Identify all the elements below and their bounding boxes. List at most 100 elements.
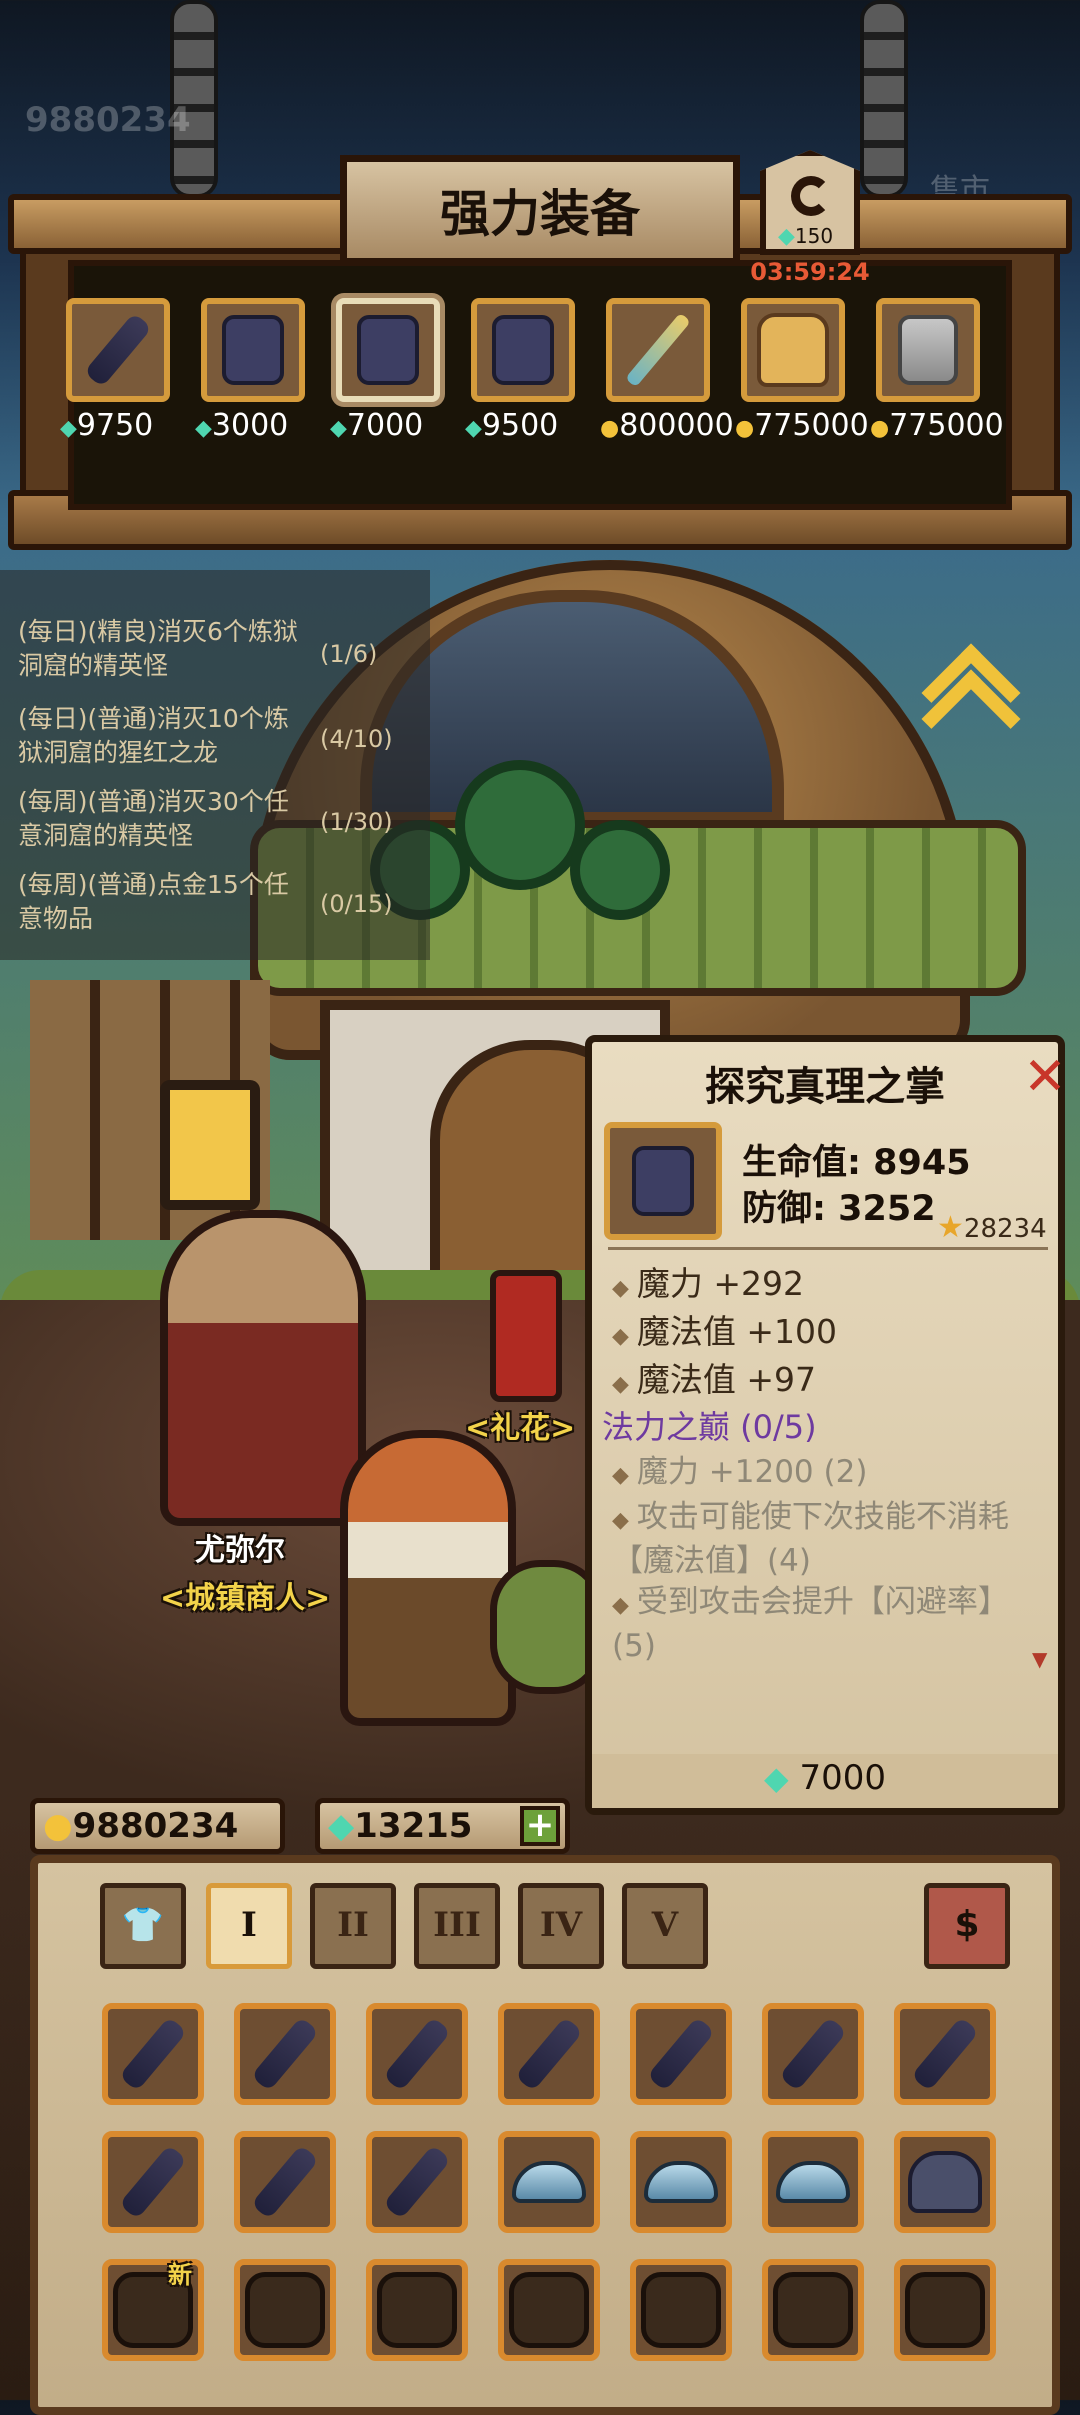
star-icon: ★ — [937, 1210, 964, 1245]
claw-icon — [118, 2016, 188, 2092]
inventory-slot[interactable]: 新 — [102, 2259, 204, 2361]
shop-item-claw-weapon[interactable] — [66, 298, 170, 402]
inventory-slot[interactable] — [366, 2259, 468, 2361]
tab-equipped[interactable]: 👕 — [100, 1883, 186, 1969]
shop-item-gauntlet-blue[interactable] — [201, 298, 305, 402]
claw-icon — [514, 2016, 584, 2092]
gem-icon: ◆ — [330, 416, 347, 441]
claw-icon — [778, 2016, 848, 2092]
refresh-button[interactable]: ◆150 — [760, 150, 860, 255]
helm-icon — [908, 2151, 982, 2213]
gold-icon: ● — [735, 416, 755, 441]
inventory-slot[interactable] — [102, 2003, 204, 2105]
diamond-bullet-icon: ◆ — [612, 1372, 629, 1397]
inventory-slot[interactable] — [630, 2131, 732, 2233]
inventory-slot[interactable] — [234, 2003, 336, 2105]
quest-tracker[interactable]: (每日)(精良)消灭6个炼狱洞窟的精英怪 (1/6) (每日)(普通)消灭10个… — [0, 570, 430, 960]
gem-value: 13215 — [354, 1806, 473, 1846]
inventory-slot[interactable] — [234, 2131, 336, 2233]
sell-button[interactable]: $ — [924, 1883, 1010, 1969]
inventory-slot[interactable] — [894, 2259, 996, 2361]
diamond-bullet-icon: ◆ — [612, 1508, 629, 1533]
attribute-text: 魔法值 +97 — [636, 1360, 817, 1399]
chest-icon — [245, 2272, 325, 2348]
inventory-slot[interactable] — [498, 2003, 600, 2105]
diamond-bullet-icon: ◆ — [612, 1593, 629, 1618]
chest-icon — [905, 2272, 985, 2348]
gold-icon: ● — [43, 1806, 73, 1846]
quest-text: (每周)(普通)点金15个任意物品 — [18, 870, 289, 933]
dagger-icon — [624, 312, 692, 388]
gauntlet-icon — [492, 315, 554, 385]
inventory-slot[interactable] — [102, 2131, 204, 2233]
attribute-line: ◆ 魔法值 +97 — [612, 1353, 816, 1401]
inventory-slot[interactable] — [762, 2259, 864, 2361]
shop-item-armor[interactable] — [741, 298, 845, 402]
price-value: 9500 — [481, 408, 559, 443]
attribute-line: ◆ 魔力 +292 — [612, 1257, 804, 1305]
shop-item-row: ◆9750 ◆3000 ◆7000 ◆9500 ●800000 ●775000 ●77500… — [60, 260, 1012, 510]
expand-up-button[interactable] — [916, 640, 1026, 769]
npc-title: <城镇商人> — [160, 1581, 331, 1616]
inventory-slot[interactable] — [762, 2131, 864, 2233]
sell-icon: $ — [954, 1904, 980, 1945]
shirt-icon: 👕 — [121, 1905, 165, 1945]
close-icon[interactable]: ✕ — [1022, 1051, 1068, 1103]
claw-icon — [646, 2016, 716, 2092]
inventory-slot[interactable] — [630, 2259, 732, 2361]
price-value: 775000 — [754, 408, 869, 443]
tab-page-5[interactable]: V — [622, 1883, 708, 1969]
price-value: 7000 — [346, 408, 424, 443]
gold-value: 9880234 — [72, 1806, 239, 1846]
price-value: 800000 — [619, 408, 734, 443]
hp-stat: 生命值: 8945 — [742, 1143, 971, 1183]
tab-page-3[interactable]: III — [414, 1883, 500, 1969]
gauntlet-icon — [632, 1146, 694, 1216]
gold-counter: ●9880234 — [30, 1798, 285, 1854]
inventory-slot[interactable] — [234, 2259, 336, 2361]
attribute-text: 魔力 +292 — [636, 1264, 805, 1303]
gem-icon: ◆ — [778, 224, 795, 249]
set-bonus-line: ◆ 魔力 +1200 (2) — [612, 1452, 1042, 1496]
scroll-down-icon[interactable]: ▼ — [1032, 1647, 1047, 1671]
defense-stat: 防御: 3252 — [742, 1189, 936, 1229]
inventory-slot[interactable] — [366, 2003, 468, 2105]
set-bonus-text: 受到攻击会提升【闪避率】(5) — [612, 1584, 1009, 1664]
diamond-bullet-icon: ◆ — [612, 1463, 629, 1488]
inventory-slot[interactable] — [498, 2131, 600, 2233]
set-bonus-title: 法力之巅 (0/5) — [602, 1408, 817, 1446]
inventory-slot[interactable] — [498, 2259, 600, 2361]
item-detail-panel: 探究真理之掌 ✕ 生命值: 8945 防御: 3252 ★28234 ◆ 魔力 +… — [585, 1035, 1068, 1815]
gem-icon: ◆ — [328, 1806, 355, 1846]
price-value: 775000 — [889, 408, 1004, 443]
claw-icon — [250, 2144, 320, 2220]
buy-price[interactable]: ◆ 7000 — [592, 1758, 1058, 1798]
attribute-text: 魔法值 +100 — [636, 1312, 838, 1351]
inventory-slot[interactable] — [366, 2131, 468, 2233]
item-score: ★28234 — [937, 1210, 1047, 1245]
merchant-npc[interactable] — [160, 1210, 366, 1526]
inventory-slot[interactable] — [894, 2003, 996, 2105]
quest-progress: (4/10) — [320, 725, 393, 753]
set-bonus-text: 魔力 +1200 (2) — [636, 1454, 868, 1490]
shop-item-dagger[interactable] — [606, 298, 710, 402]
gold-icon: ● — [600, 416, 620, 441]
inventory-slot[interactable] — [630, 2003, 732, 2105]
tab-page-4[interactable]: IV — [518, 1883, 604, 1969]
inventory-slot[interactable] — [762, 2003, 864, 2105]
shop-item-gauntlet-dark[interactable] — [336, 298, 440, 402]
add-gems-button[interactable]: + — [520, 1806, 560, 1846]
chest-icon — [509, 2272, 589, 2348]
inventory-slot[interactable] — [894, 2131, 996, 2233]
tab-page-1[interactable]: I — [206, 1883, 292, 1969]
firework-item[interactable] — [490, 1270, 562, 1402]
shop-item-gauntlet-red[interactable] — [471, 298, 575, 402]
inventory-panel: 👕 I II III IV V $ 新 — [30, 1855, 1060, 2415]
refresh-icon — [791, 176, 831, 216]
wing-icon — [776, 2161, 850, 2203]
shop-item-steel-glove[interactable] — [876, 298, 980, 402]
tab-page-2[interactable]: II — [310, 1883, 396, 1969]
chain-right — [860, 0, 908, 198]
price-value: 3000 — [211, 408, 289, 443]
wing-icon — [512, 2161, 586, 2203]
